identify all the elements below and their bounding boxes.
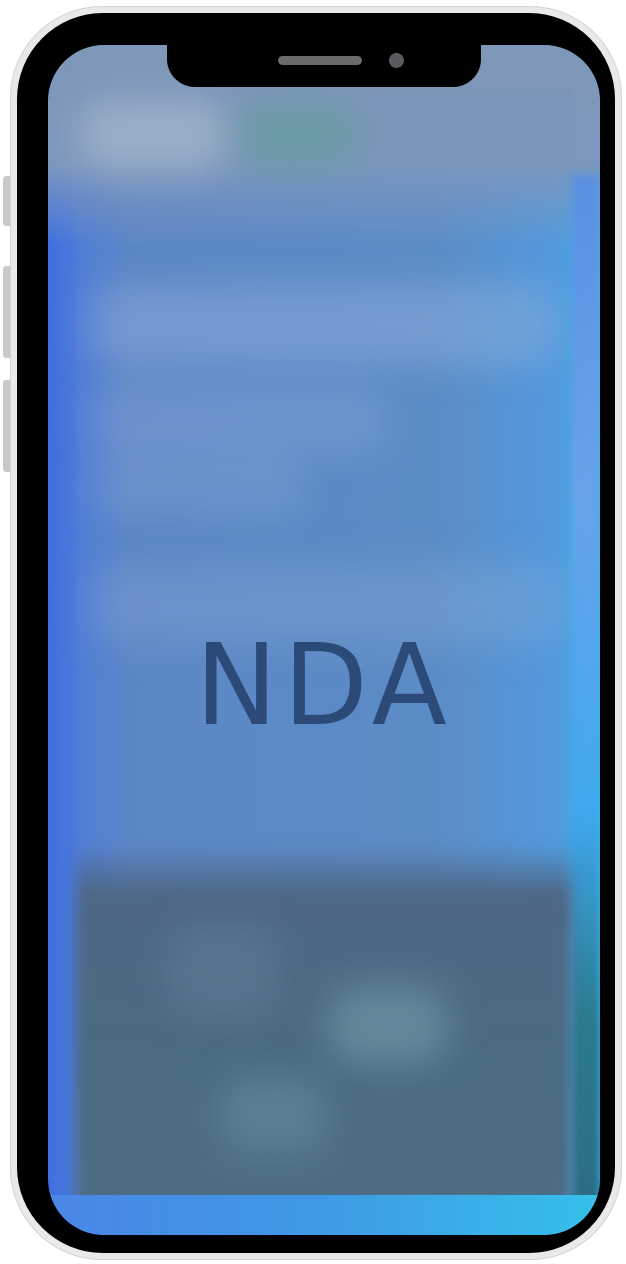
blurred-block: [88, 385, 388, 455]
blurred-block: [78, 100, 228, 170]
nda-overlay-text: NDA: [195, 621, 453, 751]
phone-screen: NDA: [48, 45, 600, 1235]
speaker-grille: [278, 56, 362, 65]
blurred-map-panel: [76, 845, 572, 1205]
blurred-footer: [48, 1195, 600, 1235]
front-camera-icon: [389, 53, 404, 68]
blurred-block: [168, 925, 278, 1015]
blurred-block: [218, 1075, 328, 1155]
blurred-block: [88, 455, 308, 515]
blurred-block: [328, 985, 448, 1065]
blurred-block: [88, 285, 558, 365]
phone-notch: [167, 45, 481, 87]
blurred-block: [238, 105, 358, 165]
